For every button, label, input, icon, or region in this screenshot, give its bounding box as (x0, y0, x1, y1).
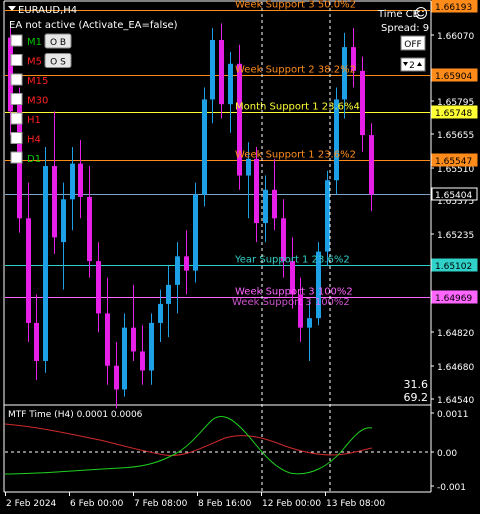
timeframe-button-label: O S (50, 58, 66, 68)
candle-body (307, 318, 312, 328)
candle-body (43, 166, 48, 361)
price-tag-label: 1.65547 (435, 157, 472, 167)
candle-body (96, 261, 101, 314)
candle-body (369, 135, 374, 195)
timeframe-checkbox[interactable] (10, 132, 23, 144)
candle-body (272, 189, 277, 219)
indicator-axis-label: -0.001 (437, 483, 466, 493)
chart-canvas[interactable]: Week Support 3 50.0%2 Week Support 2 38.2… (0, 0, 480, 514)
candle-body (34, 322, 39, 361)
timeframe-checkbox[interactable] (10, 93, 23, 105)
candle-body (246, 158, 251, 176)
price-axis-label: 1.65655 (437, 131, 474, 141)
time-axis-label: 6 Feb 00:00 (70, 499, 124, 509)
candle-body (78, 163, 83, 197)
level-label: Year Support 1 23.6%2 (234, 255, 350, 266)
timeframe-checkbox[interactable] (10, 34, 23, 47)
timeframe-label: M1 (27, 37, 42, 48)
price-axis-label: 1.64680 (437, 363, 474, 373)
candle-body (219, 39, 224, 105)
candle-body (131, 327, 136, 352)
candle-body (122, 327, 127, 390)
price-tag-label: 1.65102 (435, 262, 472, 272)
candle-body (158, 303, 163, 323)
candle-body (202, 99, 207, 195)
candles (8, 23, 374, 409)
spread-label: Spread: 9 (381, 23, 429, 34)
candle-body (184, 256, 189, 271)
candle-body (360, 70, 365, 136)
timeframe-label: M5 (27, 57, 42, 68)
timeframe-button-label: O B (50, 38, 66, 48)
indicator-green-line (4, 416, 373, 475)
timeframe-label: M15 (27, 76, 48, 87)
indicator-axis-label: 0.00 (437, 449, 457, 459)
candle-body (114, 365, 119, 390)
timeframe-checkbox[interactable] (10, 151, 23, 164)
price-axis: 1.660701.657951.656551.655101.653751.652… (431, 32, 474, 406)
readout-top: 31.6 (404, 378, 429, 391)
price-axis-label: 1.65235 (437, 231, 474, 241)
timeframe-checkbox[interactable] (10, 73, 23, 86)
indicator-axis: 0.0011 0.00 -0.001 (431, 410, 469, 493)
candle-body (140, 351, 145, 371)
indicator-axis-label: 0.0011 (437, 410, 469, 420)
level-label: Week Support 2 38.2%2 (235, 65, 356, 76)
timeframe-label: D1 (27, 154, 41, 165)
time-axis-label: 13 Feb 08:00 (326, 499, 385, 509)
price-axis-label: 1.64540 (437, 396, 474, 406)
zoom-label: 2 (409, 61, 415, 71)
timeframe-checkbox[interactable] (10, 54, 23, 66)
time-cb-label: Time CB (377, 9, 420, 20)
level-labels: Week Support 3 50.0%2 Week Support 2 38.2… (232, 0, 360, 308)
price-tag-label: 1.66193 (435, 3, 472, 13)
price-tag-label: 1.65748 (435, 109, 472, 119)
price-tags: 1.66193 1.65904 1.65748 1.65547 1.65404 1.651… (431, 0, 478, 304)
time-axis-label: 8 Feb 16:00 (198, 499, 252, 509)
candle-body (263, 189, 268, 224)
candle-body (149, 322, 154, 371)
level-label: Month Support 1 23.6%4 (235, 102, 360, 113)
candle-body (228, 63, 233, 105)
timeframe-label: H1 (27, 115, 41, 126)
off-button-label: OFF (404, 40, 421, 50)
candle-body (70, 163, 75, 200)
time-axis-label: 12 Feb 00:00 (262, 499, 321, 509)
candle-body (210, 39, 215, 100)
timeframe-checkbox[interactable] (10, 112, 23, 125)
candle-body (166, 284, 171, 304)
price-tag-label: 1.64969 (435, 294, 472, 304)
candle-body (26, 218, 31, 323)
candle-body (325, 180, 330, 252)
level-label: Week Support 1 23.6%2 (235, 150, 356, 161)
price-tag-label: 1.65904 (435, 72, 472, 82)
candle-body (105, 313, 110, 366)
level-label: Week Support 3 50.0%2 (235, 0, 356, 11)
symbol-title: EURAUD,H4 (18, 5, 77, 16)
price-tag-label: 1.65404 (435, 191, 472, 201)
candle-body (61, 199, 66, 243)
price-axis-label: 1.66070 (437, 32, 474, 42)
price-axis-label: 1.64820 (437, 329, 474, 339)
timeframe-label: H4 (27, 135, 41, 146)
time-axis-label: 2 Feb 2024 (6, 499, 57, 509)
candle-body (193, 194, 198, 271)
level-label: Week Support 3 100%2 (232, 297, 350, 308)
candle-body (254, 158, 259, 224)
readout-bottom: 69.2 (404, 391, 429, 404)
candle-body (175, 256, 180, 285)
time-axis-label: 7 Feb 08:00 (134, 499, 188, 509)
indicator-red-line (4, 423, 373, 456)
candle-body (87, 196, 92, 262)
ea-status: EA not active (Activate_EA=false) (9, 20, 178, 31)
level-label: Week Support 3 100%2 (235, 287, 353, 298)
indicator-title: MTF Time (H4) 0.0001 0.0006 (8, 410, 143, 420)
time-axis: 2 Feb 2024 6 Feb 00:00 7 Feb 08:00 8 Feb 16… (5, 492, 385, 509)
candle-body (52, 166, 57, 238)
timeframe-label: M30 (27, 96, 48, 107)
